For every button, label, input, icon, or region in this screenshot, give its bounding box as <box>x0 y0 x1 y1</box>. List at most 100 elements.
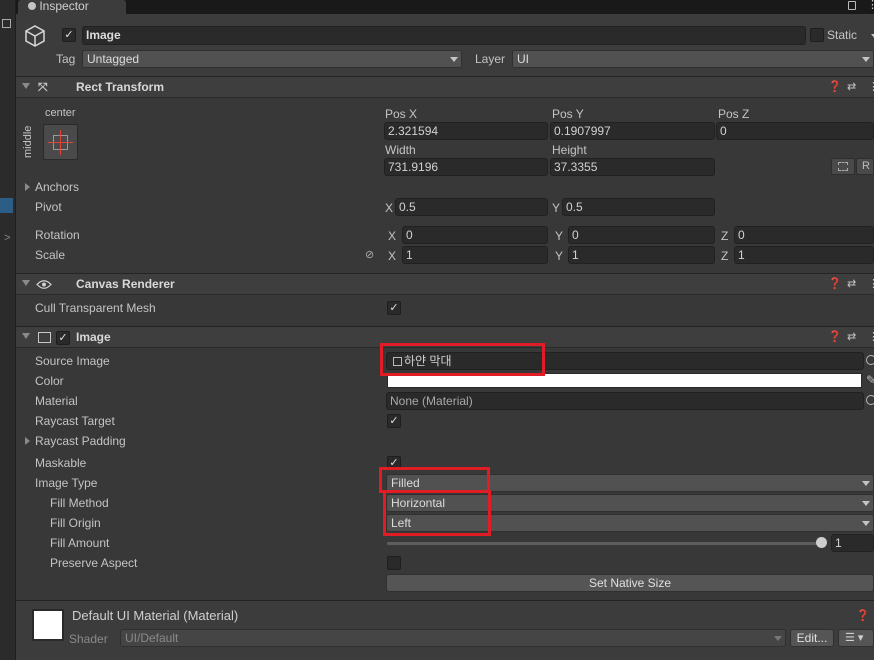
expand-arrow-icon[interactable]: > <box>4 232 10 244</box>
fill-amount-slider-handle[interactable] <box>816 537 827 548</box>
shader-options-button[interactable]: ☰ ▾ <box>838 629 874 647</box>
image-title: Image <box>76 330 111 344</box>
scale-x-field[interactable]: 1 <box>402 246 548 264</box>
tab-inspector[interactable]: Inspector <box>18 0 126 14</box>
scale-y-field[interactable]: 1 <box>568 246 715 264</box>
foldout-arrow-icon[interactable] <box>22 83 30 89</box>
rot-y-field[interactable]: 0 <box>568 226 715 244</box>
chevron-down-icon <box>774 636 782 641</box>
fill-amount-label: Fill Amount <box>50 536 110 550</box>
anchor-presets-button[interactable] <box>43 124 78 160</box>
edit-shader-button[interactable]: Edit... <box>790 629 834 647</box>
shader-dropdown[interactable]: UI/Default <box>120 629 786 647</box>
edit-shader-label: Edit... <box>796 631 828 645</box>
cull-transparent-mesh-checkbox[interactable]: ✓ <box>387 301 401 315</box>
help-icon[interactable]: ❓ <box>856 609 870 622</box>
layer-value: UI <box>517 52 529 66</box>
raw-edit-button[interactable]: R <box>856 158 874 175</box>
material-footer: Default UI Material (Material) ❓ Shader … <box>16 600 874 660</box>
material-preview <box>32 609 64 641</box>
anchors-foldout-icon[interactable] <box>25 183 30 191</box>
fill-amount-slider-track[interactable] <box>387 542 823 545</box>
blueprint-mode-button[interactable] <box>831 158 855 175</box>
fill-method-label: Fill Method <box>50 496 109 510</box>
chevron-down-icon <box>450 57 458 62</box>
object-picker-icon[interactable] <box>866 355 874 365</box>
static-checkbox[interactable] <box>810 28 824 42</box>
help-icon[interactable]: ❓ <box>828 80 842 93</box>
pos-x-field[interactable]: 2.321594 <box>384 122 548 140</box>
scale-z-field[interactable]: 1 <box>734 246 874 264</box>
selection-marker <box>0 198 13 213</box>
chevron-down-icon <box>862 481 870 486</box>
pivot-y-field[interactable]: 0.5 <box>562 198 715 216</box>
raycast-target-checkbox[interactable]: ✓ <box>387 414 401 428</box>
rot-z-letter: Z <box>721 229 729 243</box>
anchor-horizontal-label: center <box>45 107 76 119</box>
constrain-proportions-icon[interactable]: ⊘ <box>365 248 374 261</box>
pos-z-field[interactable]: 0 <box>716 122 874 140</box>
rect-transform-header[interactable]: ⤧ Rect Transform ❓ ⇄ ⋮ <box>16 76 874 98</box>
pos-x-label: Pos X <box>385 107 418 121</box>
component-menu-icon[interactable]: ⋮ <box>868 277 874 290</box>
menu-icon[interactable]: ⋮ <box>867 0 874 11</box>
rot-z-field[interactable]: 0 <box>734 226 874 244</box>
pos-y-label: Pos Y <box>552 107 584 121</box>
anchor-vline <box>60 130 61 155</box>
material-label: Material <box>35 394 78 408</box>
maskable-label: Maskable <box>35 456 87 470</box>
rot-x-field[interactable]: 0 <box>402 226 548 244</box>
chevron-down-icon <box>862 501 870 506</box>
color-label: Color <box>35 374 64 388</box>
shader-label: Shader <box>69 632 108 646</box>
blueprint-icon <box>838 162 848 171</box>
presets-icon[interactable]: ⇄ <box>847 277 856 290</box>
help-icon[interactable]: ❓ <box>828 330 842 343</box>
object-header: ✓ Image Static Tag Untagged Layer UI <box>16 14 874 76</box>
fill-amount-field[interactable]: 1 <box>831 534 874 552</box>
scale-x-letter: X <box>388 249 397 263</box>
raycast-padding-foldout-icon[interactable] <box>25 437 30 445</box>
set-native-size-button[interactable]: Set Native Size <box>386 574 874 592</box>
static-label: Static <box>827 28 858 42</box>
cull-transparent-mesh-label: Cull Transparent Mesh <box>35 301 156 315</box>
height-field[interactable]: 37.3355 <box>550 158 715 176</box>
source-image-label: Source Image <box>35 354 110 368</box>
eyedropper-icon[interactable]: ✎ <box>866 373 874 387</box>
width-field[interactable]: 731.9196 <box>384 158 548 176</box>
layer-label: Layer <box>475 52 506 66</box>
raycast-target-label: Raycast Target <box>35 414 115 428</box>
presets-icon[interactable]: ⇄ <box>847 80 856 93</box>
presets-icon[interactable]: ⇄ <box>847 330 856 343</box>
pos-y-field[interactable]: 0.1907997 <box>550 122 715 140</box>
layer-dropdown[interactable]: UI <box>512 50 874 68</box>
panel-icon <box>2 19 11 28</box>
image-enabled-checkbox[interactable]: ✓ <box>56 331 70 345</box>
anchors-label[interactable]: Anchors <box>35 180 79 194</box>
material-field[interactable]: None (Material) <box>386 392 864 410</box>
chevron-down-icon <box>862 57 870 62</box>
scale-y-letter: Y <box>555 249 564 263</box>
canvas-renderer-header[interactable]: Canvas Renderer ❓ ⇄ ⋮ <box>16 273 874 295</box>
rot-y-letter: Y <box>555 229 564 243</box>
component-menu-icon[interactable]: ⋮ <box>868 80 874 93</box>
object-picker-icon[interactable] <box>866 395 874 405</box>
object-name-input[interactable]: Image <box>82 26 806 45</box>
set-native-size-label: Set Native Size <box>588 576 672 590</box>
active-checkbox[interactable]: ✓ <box>62 28 76 42</box>
left-window-strip: > <box>0 0 16 660</box>
lock-icon[interactable] <box>848 1 856 10</box>
raycast-padding-label[interactable]: Raycast Padding <box>35 434 126 448</box>
foldout-arrow-icon[interactable] <box>22 280 30 286</box>
preserve-aspect-checkbox[interactable] <box>387 556 401 570</box>
canvas-renderer-title: Canvas Renderer <box>76 277 175 291</box>
tag-dropdown[interactable]: Untagged <box>82 50 462 68</box>
rect-transform-icon: ⤧ <box>38 80 48 94</box>
component-menu-icon[interactable]: ⋮ <box>868 330 874 343</box>
foldout-arrow-icon[interactable] <box>22 333 30 339</box>
chevron-down-icon <box>862 521 870 526</box>
preserve-aspect-label: Preserve Aspect <box>50 556 138 570</box>
help-icon[interactable]: ❓ <box>828 277 842 290</box>
anchor-vertical-label: middle <box>22 126 34 158</box>
pivot-x-field[interactable]: 0.5 <box>395 198 548 216</box>
